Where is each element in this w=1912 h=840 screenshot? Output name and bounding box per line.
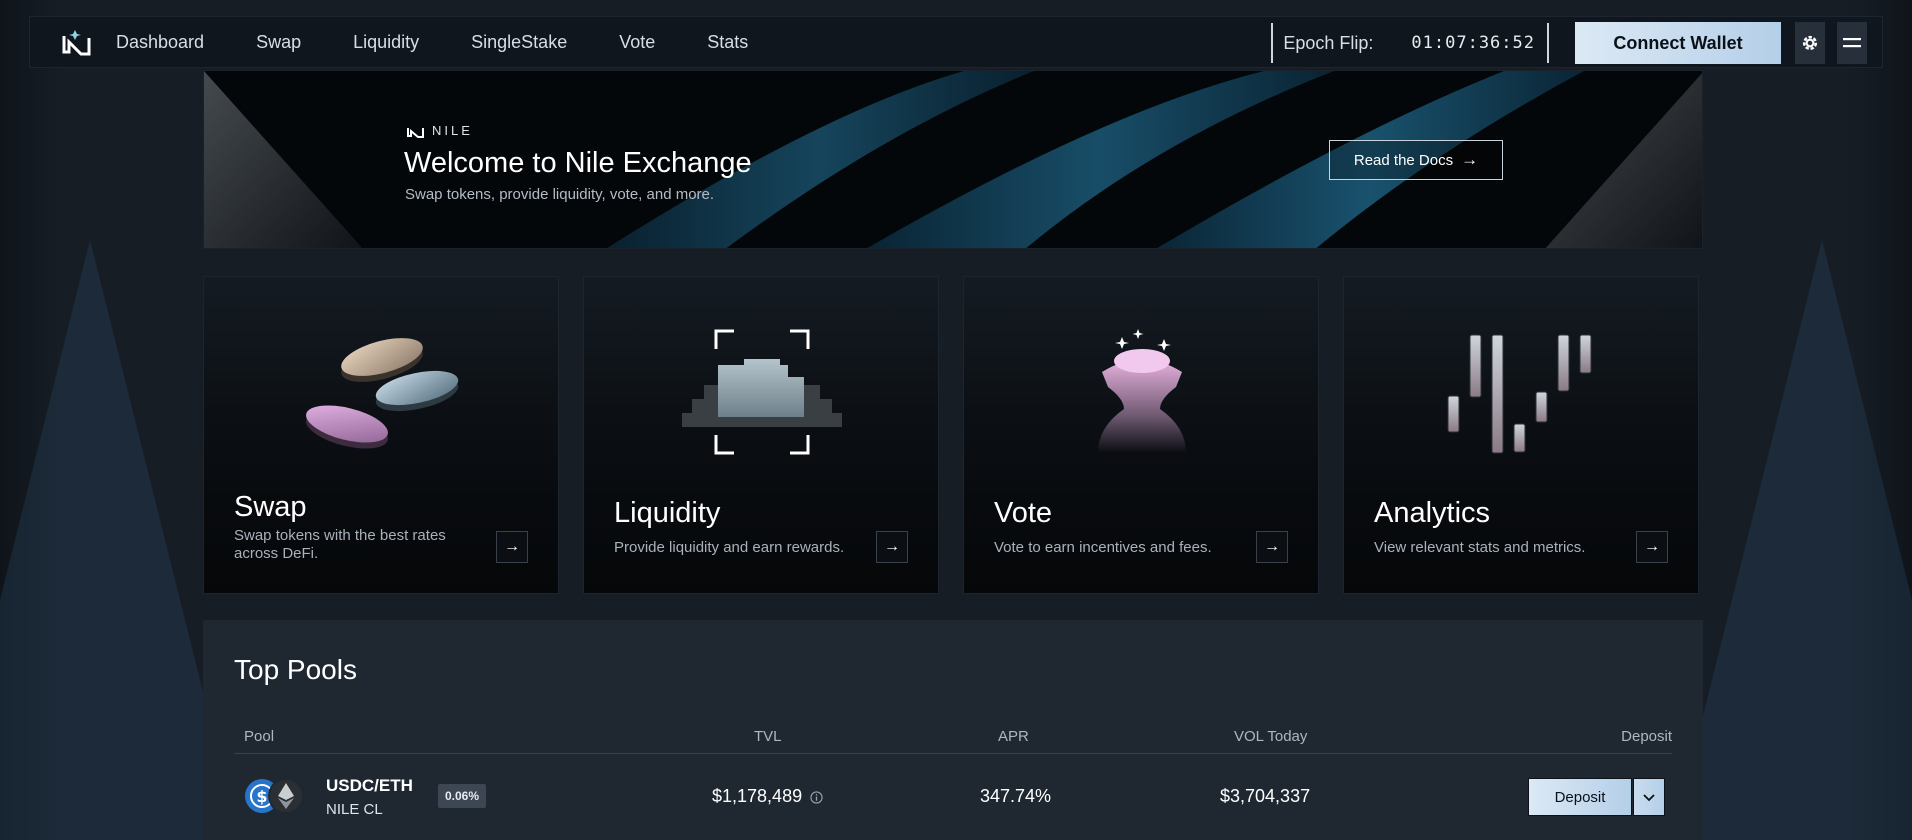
arrow-right-icon: → <box>1264 538 1280 555</box>
card-liquidity[interactable]: Liquidity Provide liquidity and earn rew… <box>583 276 939 594</box>
epoch-flip-label: Epoch Flip: <box>1283 32 1374 53</box>
deposit-button[interactable]: Deposit <box>1528 778 1632 816</box>
top-navbar: Dashboard Swap Liquidity SingleStake Vot… <box>29 16 1883 68</box>
info-icon[interactable] <box>810 791 823 804</box>
nav-link-dashboard[interactable]: Dashboard <box>116 32 204 53</box>
card-description: Provide liquidity and earn rewards. <box>614 539 845 556</box>
nav-links: Dashboard Swap Liquidity SingleStake Vot… <box>116 32 800 53</box>
brand-text: NILE <box>432 123 473 138</box>
gear-icon <box>1802 35 1818 51</box>
chevron-down-icon <box>1643 794 1655 802</box>
arrow-right-icon: → <box>884 538 900 555</box>
column-header-apr: APR <box>998 728 1029 745</box>
column-header-pool: Pool <box>244 728 275 745</box>
card-description: View relevant stats and metrics. <box>1374 539 1586 556</box>
divider <box>1547 23 1549 63</box>
nav-right: Epoch Flip: 01:07:36:52 Connect Wallet <box>1271 17 1882 69</box>
card-description: Vote to earn incentives and fees. <box>994 539 1212 556</box>
arrow-right-icon: → <box>504 538 520 555</box>
banner-title: Welcome to Nile Exchange <box>404 147 752 179</box>
card-arrow-button[interactable]: → <box>496 531 528 563</box>
pool-pair-name: USDC/ETH <box>326 776 413 795</box>
top-pools-section: Top Pools Pool TVL APR VOL Today Deposit… <box>203 620 1703 840</box>
nile-logo-icon <box>407 127 424 138</box>
column-header-vol: VOL Today <box>1234 728 1308 745</box>
card-arrow-button[interactable]: → <box>1636 531 1668 563</box>
welcome-banner: NILE Welcome to Nile Exchange Swap token… <box>203 70 1703 249</box>
pool-type: NILE CL <box>326 801 383 818</box>
menu-button[interactable] <box>1837 22 1867 64</box>
tvl-value: $1,178,489 <box>712 786 803 806</box>
section-title: Top Pools <box>234 654 357 685</box>
fee-badge: 0.06% <box>438 784 486 808</box>
epoch-flip-timer: 01:07:36:52 <box>1411 33 1535 53</box>
card-vote[interactable]: Vote Vote to earn incentives and fees. → <box>963 276 1319 594</box>
card-analytics[interactable]: Analytics View relevant stats and metric… <box>1343 276 1699 594</box>
arrow-right-icon: → <box>1644 538 1660 555</box>
eth-token-icon <box>268 778 304 814</box>
deposit-dropdown-button[interactable] <box>1633 778 1665 816</box>
svg-text:$: $ <box>256 787 267 806</box>
settings-button[interactable] <box>1795 22 1825 64</box>
pool-tvl: $1,178,489 <box>712 786 823 807</box>
card-title: Analytics <box>1374 497 1491 529</box>
card-arrow-button[interactable]: → <box>876 531 908 563</box>
table-header: Pool TVL APR VOL Today Deposit <box>234 722 1672 754</box>
card-description: Swap tokens with the best rates across D… <box>234 527 446 562</box>
divider <box>1271 23 1274 63</box>
card-title: Liquidity <box>614 497 721 529</box>
nav-link-swap[interactable]: Swap <box>256 32 301 53</box>
banner-subtitle: Swap tokens, provide liquidity, vote, an… <box>405 186 715 203</box>
card-swap[interactable]: Swap Swap tokens with the best rates acr… <box>203 276 559 594</box>
nav-link-liquidity[interactable]: Liquidity <box>353 32 419 53</box>
card-title: Swap <box>234 491 307 523</box>
nav-link-vote[interactable]: Vote <box>619 32 655 53</box>
pool-apr: 347.74% <box>980 786 1052 806</box>
menu-icon <box>1843 38 1861 48</box>
brand-mark: NILE <box>406 123 473 138</box>
nav-link-singlestake[interactable]: SingleStake <box>471 32 567 53</box>
table-row[interactable]: $ USDC/ETH NILE CL 0.06% $1,178,489 347.… <box>234 758 1672 838</box>
card-arrow-button[interactable]: → <box>1256 531 1288 563</box>
connect-wallet-button[interactable]: Connect Wallet <box>1575 22 1781 64</box>
read-docs-button[interactable]: Read the Docs → <box>1329 140 1503 180</box>
arrow-right-icon: → <box>1461 150 1479 169</box>
read-docs-label: Read the Docs <box>1353 151 1454 169</box>
pool-volume: $3,704,337 <box>1220 786 1311 806</box>
nav-link-stats[interactable]: Stats <box>707 32 748 53</box>
card-title: Vote <box>994 497 1053 529</box>
column-header-deposit: Deposit <box>1621 728 1672 745</box>
column-header-tvl: TVL <box>754 728 782 745</box>
nile-logo-icon[interactable] <box>60 25 94 59</box>
